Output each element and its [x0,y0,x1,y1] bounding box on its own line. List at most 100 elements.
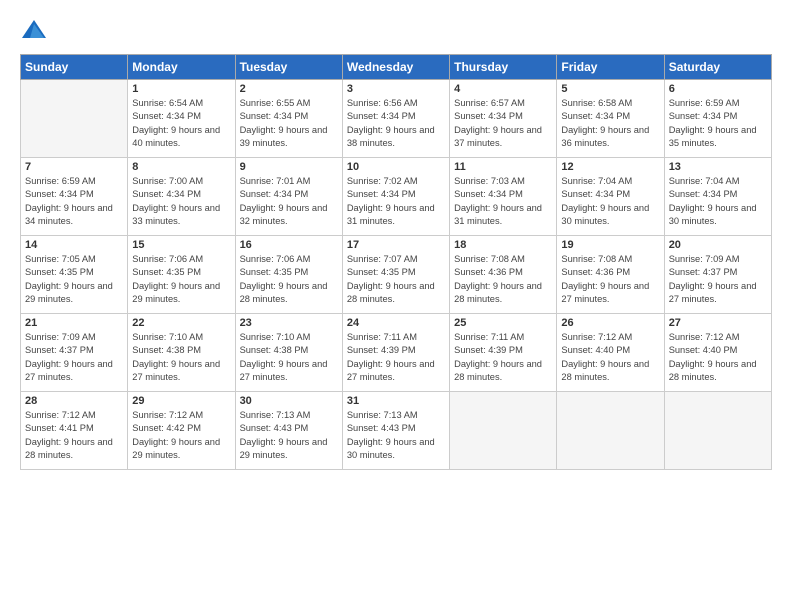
day-cell: 14 Sunrise: 7:05 AMSunset: 4:35 PMDayligh… [21,236,128,314]
day-number: 20 [669,239,767,251]
day-cell: 24 Sunrise: 7:11 AMSunset: 4:39 PMDayligh… [342,314,449,392]
day-cell: 6 Sunrise: 6:59 AMSunset: 4:34 PMDaylight… [664,80,771,158]
day-cell: 25 Sunrise: 7:11 AMSunset: 4:39 PMDayligh… [450,314,557,392]
day-cell: 4 Sunrise: 6:57 AMSunset: 4:34 PMDaylight… [450,80,557,158]
week-row-1: 1 Sunrise: 6:54 AMSunset: 4:34 PMDaylight… [21,80,772,158]
day-number: 16 [240,239,338,251]
day-number: 28 [25,395,123,407]
day-number: 21 [25,317,123,329]
day-cell: 15 Sunrise: 7:06 AMSunset: 4:35 PMDayligh… [128,236,235,314]
day-number: 12 [561,161,659,173]
day-number: 24 [347,317,445,329]
day-cell [557,392,664,470]
day-info: Sunrise: 7:11 AMSunset: 4:39 PMDaylight:… [347,331,445,385]
day-info: Sunrise: 7:08 AMSunset: 4:36 PMDaylight:… [454,253,552,307]
day-header-sunday: Sunday [21,55,128,80]
day-number: 2 [240,83,338,95]
day-info: Sunrise: 6:59 AMSunset: 4:34 PMDaylight:… [25,175,123,229]
day-cell: 2 Sunrise: 6:55 AMSunset: 4:34 PMDaylight… [235,80,342,158]
day-info: Sunrise: 7:13 AMSunset: 4:43 PMDaylight:… [347,409,445,463]
day-info: Sunrise: 7:13 AMSunset: 4:43 PMDaylight:… [240,409,338,463]
day-cell: 30 Sunrise: 7:13 AMSunset: 4:43 PMDayligh… [235,392,342,470]
day-number: 4 [454,83,552,95]
day-info: Sunrise: 7:11 AMSunset: 4:39 PMDaylight:… [454,331,552,385]
day-cell: 29 Sunrise: 7:12 AMSunset: 4:42 PMDayligh… [128,392,235,470]
day-info: Sunrise: 7:12 AMSunset: 4:41 PMDaylight:… [25,409,123,463]
logo [20,16,52,44]
day-cell: 7 Sunrise: 6:59 AMSunset: 4:34 PMDaylight… [21,158,128,236]
day-number: 30 [240,395,338,407]
day-info: Sunrise: 7:00 AMSunset: 4:34 PMDaylight:… [132,175,230,229]
calendar-table: SundayMondayTuesdayWednesdayThursdayFrid… [20,54,772,470]
day-number: 8 [132,161,230,173]
day-cell [21,80,128,158]
day-cell: 3 Sunrise: 6:56 AMSunset: 4:34 PMDaylight… [342,80,449,158]
day-number: 13 [669,161,767,173]
day-info: Sunrise: 7:05 AMSunset: 4:35 PMDaylight:… [25,253,123,307]
day-info: Sunrise: 7:12 AMSunset: 4:40 PMDaylight:… [561,331,659,385]
day-info: Sunrise: 7:09 AMSunset: 4:37 PMDaylight:… [669,253,767,307]
day-info: Sunrise: 6:59 AMSunset: 4:34 PMDaylight:… [669,97,767,151]
day-cell: 13 Sunrise: 7:04 AMSunset: 4:34 PMDayligh… [664,158,771,236]
day-number: 23 [240,317,338,329]
day-cell: 5 Sunrise: 6:58 AMSunset: 4:34 PMDaylight… [557,80,664,158]
day-header-wednesday: Wednesday [342,55,449,80]
day-info: Sunrise: 7:10 AMSunset: 4:38 PMDaylight:… [240,331,338,385]
day-header-thursday: Thursday [450,55,557,80]
day-number: 5 [561,83,659,95]
day-cell: 8 Sunrise: 7:00 AMSunset: 4:34 PMDaylight… [128,158,235,236]
header-row: SundayMondayTuesdayWednesdayThursdayFrid… [21,55,772,80]
day-cell: 23 Sunrise: 7:10 AMSunset: 4:38 PMDayligh… [235,314,342,392]
day-info: Sunrise: 7:03 AMSunset: 4:34 PMDaylight:… [454,175,552,229]
day-info: Sunrise: 7:01 AMSunset: 4:34 PMDaylight:… [240,175,338,229]
day-cell: 12 Sunrise: 7:04 AMSunset: 4:34 PMDayligh… [557,158,664,236]
day-number: 14 [25,239,123,251]
page: SundayMondayTuesdayWednesdayThursdayFrid… [0,0,792,612]
day-info: Sunrise: 6:54 AMSunset: 4:34 PMDaylight:… [132,97,230,151]
day-cell: 9 Sunrise: 7:01 AMSunset: 4:34 PMDaylight… [235,158,342,236]
week-row-2: 7 Sunrise: 6:59 AMSunset: 4:34 PMDaylight… [21,158,772,236]
day-info: Sunrise: 7:02 AMSunset: 4:34 PMDaylight:… [347,175,445,229]
day-info: Sunrise: 6:56 AMSunset: 4:34 PMDaylight:… [347,97,445,151]
day-number: 17 [347,239,445,251]
day-info: Sunrise: 6:57 AMSunset: 4:34 PMDaylight:… [454,97,552,151]
day-number: 27 [669,317,767,329]
day-info: Sunrise: 7:04 AMSunset: 4:34 PMDaylight:… [561,175,659,229]
day-info: Sunrise: 7:04 AMSunset: 4:34 PMDaylight:… [669,175,767,229]
day-number: 29 [132,395,230,407]
week-row-4: 21 Sunrise: 7:09 AMSunset: 4:37 PMDayligh… [21,314,772,392]
week-row-3: 14 Sunrise: 7:05 AMSunset: 4:35 PMDayligh… [21,236,772,314]
day-cell: 1 Sunrise: 6:54 AMSunset: 4:34 PMDaylight… [128,80,235,158]
day-header-monday: Monday [128,55,235,80]
day-info: Sunrise: 6:58 AMSunset: 4:34 PMDaylight:… [561,97,659,151]
day-info: Sunrise: 6:55 AMSunset: 4:34 PMDaylight:… [240,97,338,151]
day-number: 9 [240,161,338,173]
day-number: 19 [561,239,659,251]
day-number: 6 [669,83,767,95]
day-number: 15 [132,239,230,251]
day-cell: 22 Sunrise: 7:10 AMSunset: 4:38 PMDayligh… [128,314,235,392]
day-cell: 16 Sunrise: 7:06 AMSunset: 4:35 PMDayligh… [235,236,342,314]
day-info: Sunrise: 7:06 AMSunset: 4:35 PMDaylight:… [132,253,230,307]
day-cell: 19Sunrise: 7:08 AMSunset: 4:36 PMDayligh… [557,236,664,314]
day-info: Sunrise: 7:12 AMSunset: 4:40 PMDaylight:… [669,331,767,385]
day-number: 10 [347,161,445,173]
day-number: 7 [25,161,123,173]
day-number: 25 [454,317,552,329]
header [20,16,772,44]
day-info: Sunrise: 7:06 AMSunset: 4:35 PMDaylight:… [240,253,338,307]
day-info: Sunrise: 7:12 AMSunset: 4:42 PMDaylight:… [132,409,230,463]
day-number: 26 [561,317,659,329]
day-cell: 28 Sunrise: 7:12 AMSunset: 4:41 PMDayligh… [21,392,128,470]
day-number: 22 [132,317,230,329]
day-cell [664,392,771,470]
day-info: Sunrise: 7:10 AMSunset: 4:38 PMDaylight:… [132,331,230,385]
day-number: 1 [132,83,230,95]
day-info: Sunrise: 7:09 AMSunset: 4:37 PMDaylight:… [25,331,123,385]
day-number: 3 [347,83,445,95]
day-header-saturday: Saturday [664,55,771,80]
day-cell: 10 Sunrise: 7:02 AMSunset: 4:34 PMDayligh… [342,158,449,236]
day-cell: 20 Sunrise: 7:09 AMSunset: 4:37 PMDayligh… [664,236,771,314]
day-number: 18 [454,239,552,251]
day-cell: 26 Sunrise: 7:12 AMSunset: 4:40 PMDayligh… [557,314,664,392]
